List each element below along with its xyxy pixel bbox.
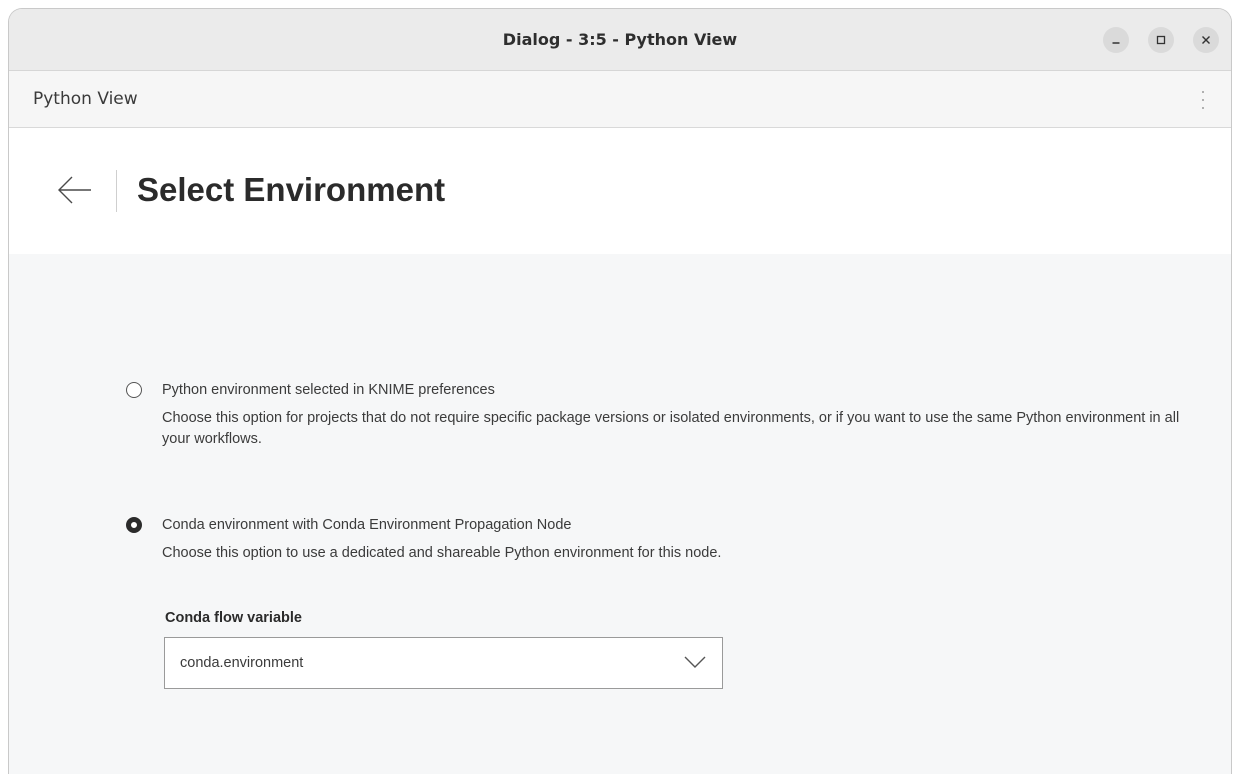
window-title: Dialog - 3:5 - Python View	[502, 30, 738, 49]
close-icon	[1202, 36, 1210, 44]
dialog-window: Dialog - 3:5 - Python View Python View S…	[8, 8, 1232, 774]
page-title: Select Environment	[137, 171, 446, 208]
conda-flow-variable-dropdown[interactable]: conda.environment	[164, 637, 723, 689]
option-label: Conda environment with Conda Environment…	[162, 517, 572, 533]
page-header: Select Environment	[9, 128, 1231, 254]
minimize-icon	[1112, 42, 1120, 44]
option-description: Choose this option for projects that do …	[162, 410, 1180, 447]
arrow-left-icon	[58, 176, 91, 204]
option-label: Python environment selected in KNIME pre…	[162, 382, 495, 398]
option-description: Choose this option to use a dedicated an…	[162, 545, 722, 561]
radio-knime-preferences[interactable]	[126, 382, 142, 398]
header-divider	[116, 170, 117, 212]
back-button[interactable]	[55, 170, 95, 210]
maximize-button[interactable]	[1148, 27, 1174, 53]
chevron-down-icon	[684, 656, 706, 668]
close-button[interactable]	[1193, 27, 1219, 53]
maximize-icon	[1156, 35, 1166, 45]
conda-flow-variable-label: Conda flow variable	[165, 610, 302, 626]
environment-options: Python environment selected in KNIME pre…	[9, 254, 1231, 774]
node-name: Python View	[33, 89, 138, 109]
window-titlebar[interactable]: Dialog - 3:5 - Python View	[9, 9, 1231, 71]
kebab-menu-icon[interactable]	[1197, 91, 1209, 109]
radio-conda-propagation[interactable]	[126, 517, 142, 533]
node-menubar: Python View	[9, 71, 1231, 128]
minimize-button[interactable]	[1103, 27, 1129, 53]
dropdown-selected-value: conda.environment	[180, 655, 304, 671]
